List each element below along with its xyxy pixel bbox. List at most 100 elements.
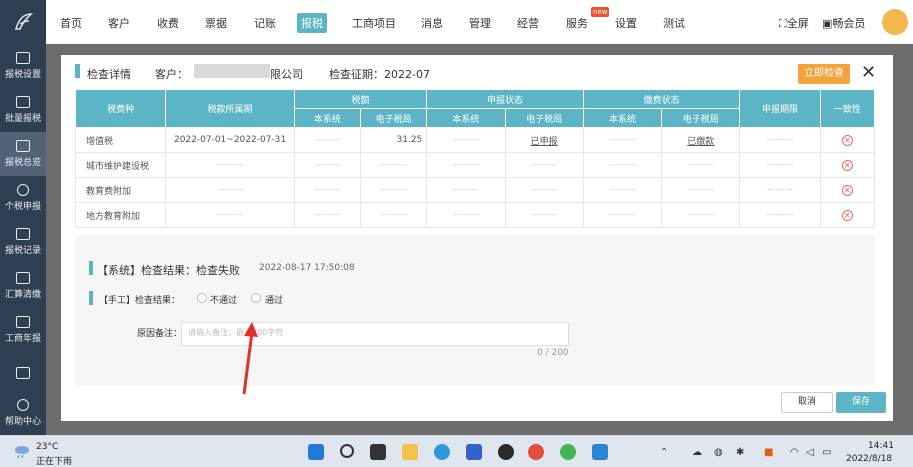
calculator-icon: [16, 272, 30, 284]
customer-name-redacted: [194, 64, 270, 78]
header-tax-period: 税款所属期: [165, 89, 295, 128]
option-pass-label[interactable]: 通过: [265, 293, 283, 306]
wifi-icon[interactable]: ◠: [790, 447, 799, 458]
battery-icon[interactable]: ▭: [822, 447, 831, 458]
avatar[interactable]: [882, 9, 908, 35]
sidebar-item-personal-tax[interactable]: 个税申报: [0, 176, 46, 220]
chrome-icon[interactable]: [528, 444, 544, 460]
sidebar-item-settlement[interactable]: 汇算清缴: [0, 264, 46, 308]
sidebar-item-terminal[interactable]: [0, 352, 46, 396]
cancel-button[interactable]: 取消: [781, 392, 833, 413]
system-result: 【系统】检查结果：检查失败: [97, 264, 240, 277]
error-circle-icon: ✕: [841, 209, 853, 221]
store-icon[interactable]: [466, 444, 482, 460]
subheader-system: 本系统: [293, 108, 362, 128]
clock-date[interactable]: 2022/8/18: [846, 454, 892, 464]
table-row: 增值税 2022-07-01~2022-07-31 ——— 31.25 ——— …: [74, 127, 876, 153]
cell-empty: ———: [165, 177, 295, 203]
nav-tax[interactable]: 报税: [297, 13, 327, 33]
wechat-icon[interactable]: [560, 444, 576, 460]
radio-fail[interactable]: [197, 293, 207, 303]
task-view-icon[interactable]: [370, 444, 386, 460]
nav-home[interactable]: 首页: [60, 15, 82, 31]
cloud-icon[interactable]: ☁: [692, 447, 702, 458]
new-badge: new: [591, 7, 610, 17]
clock-time[interactable]: 14:41: [868, 441, 894, 451]
app-icon[interactable]: [498, 444, 514, 460]
nav-operations[interactable]: 经营: [517, 15, 539, 31]
cell-empty: ———: [165, 152, 295, 178]
sidebar-item-label: 帮助中心: [4, 417, 41, 427]
search-icon[interactable]: [340, 444, 354, 458]
nav-messages[interactable]: 消息: [421, 15, 443, 31]
table-row: 地方教育附加 ——— ——— ——— ——— ——— ——— ——— ——— ✕: [74, 202, 876, 228]
accent-bar: [89, 291, 93, 305]
edge-icon[interactable]: [434, 444, 450, 460]
radio-pass[interactable]: [251, 293, 261, 303]
customer-name: 限公司: [270, 68, 303, 81]
cell-consistency: ✕: [819, 202, 876, 228]
header-tax-type: 税费种: [74, 89, 167, 128]
sidebar-item-tax-settings[interactable]: 报税设置: [0, 44, 46, 88]
sidebar-item-tax-records[interactable]: 报税记录: [0, 220, 46, 264]
weather-status[interactable]: 正在下雨: [36, 454, 72, 467]
cell-amount: 31.25: [360, 127, 428, 153]
check-now-button[interactable]: 立即检查: [798, 64, 850, 84]
option-fail-label[interactable]: 不通过: [210, 293, 237, 306]
records-icon: [16, 228, 30, 240]
nav-fees[interactable]: 收费: [157, 15, 179, 31]
accent-bar: [89, 261, 93, 275]
table-row: 城市维护建设税 ——— ——— ——— ——— ——— ——— ——— ——— ✕: [74, 152, 876, 178]
manual-result-label: 【手工】检查结果：: [99, 296, 181, 306]
sidebar-item-annual-report[interactable]: 工商年报: [0, 308, 46, 352]
cell-tax-type: 城市维护建设税: [74, 152, 167, 178]
cell-tax-type: 地方教育附加: [74, 202, 167, 228]
cell-consistency: ✕: [819, 152, 876, 178]
chevron-up-icon[interactable]: ⌃: [660, 447, 668, 458]
close-icon[interactable]: ✕: [861, 64, 876, 82]
shield-icon[interactable]: ◍: [714, 447, 723, 458]
help-icon: [17, 399, 29, 411]
nav-invoices[interactable]: 票据: [205, 15, 227, 31]
dialog-title: 检查详情: [87, 68, 131, 81]
nav-customer[interactable]: 客户: [108, 15, 130, 31]
fullscreen-button[interactable]: ⛶全屏: [779, 15, 809, 31]
error-circle-icon: ✕: [841, 159, 853, 171]
sidebar-item-help[interactable]: 帮助中心: [0, 391, 46, 435]
sidebar-item-label: 报税总览: [4, 158, 41, 168]
app-icon[interactable]: [592, 444, 608, 460]
sidebar-item-label: 个税申报: [4, 202, 41, 212]
bluetooth-icon[interactable]: ✱: [736, 447, 744, 458]
file-explorer-icon[interactable]: [402, 444, 418, 460]
nav-management[interactable]: 管理: [469, 15, 491, 31]
error-circle-icon: ✕: [841, 134, 853, 146]
tray-app-icon[interactable]: ■: [764, 447, 773, 458]
subheader-etax: 电子税局: [504, 108, 584, 128]
speaker-icon[interactable]: ◁: [806, 447, 814, 458]
cell-empty: ———: [582, 127, 663, 153]
subheader-etax: 电子税局: [661, 108, 741, 128]
nav-business-projects[interactable]: 工商项目: [352, 15, 396, 31]
fullscreen-icon: ⛶: [779, 17, 787, 30]
sidebar-item-batch-tax[interactable]: 批量报税: [0, 88, 46, 132]
sidebar-item-tax-overview[interactable]: 报税总览: [0, 132, 46, 176]
save-button[interactable]: 保存: [836, 392, 886, 413]
cell-empty: ———: [426, 127, 506, 153]
cell-tax-type: 增值税: [74, 127, 167, 153]
member-button[interactable]: ▣畅会员: [822, 15, 865, 31]
sidebar-item-label: 报税记录: [4, 246, 41, 256]
header-consistency: 一致性: [819, 89, 876, 128]
nav-test[interactable]: 测试: [663, 15, 685, 31]
cell-payment-status[interactable]: 已缴款: [661, 127, 741, 153]
windows-start-icon[interactable]: [308, 444, 324, 460]
nav-settings[interactable]: 设置: [615, 15, 637, 31]
system-result-time: 2022-08-17 17:50:08: [259, 263, 355, 273]
nav-services[interactable]: 服务: [566, 15, 588, 31]
error-circle-icon: ✕: [841, 184, 853, 196]
cell-declare-status[interactable]: 已申报: [504, 127, 584, 153]
header-declare-status: 申报状态: [426, 89, 584, 109]
nav-bookkeeping[interactable]: 记账: [254, 15, 276, 31]
cell-consistency: ✕: [819, 177, 876, 203]
subheader-system: 本系统: [426, 108, 506, 128]
cell-period: 2022-07-01~2022-07-31: [165, 127, 295, 153]
